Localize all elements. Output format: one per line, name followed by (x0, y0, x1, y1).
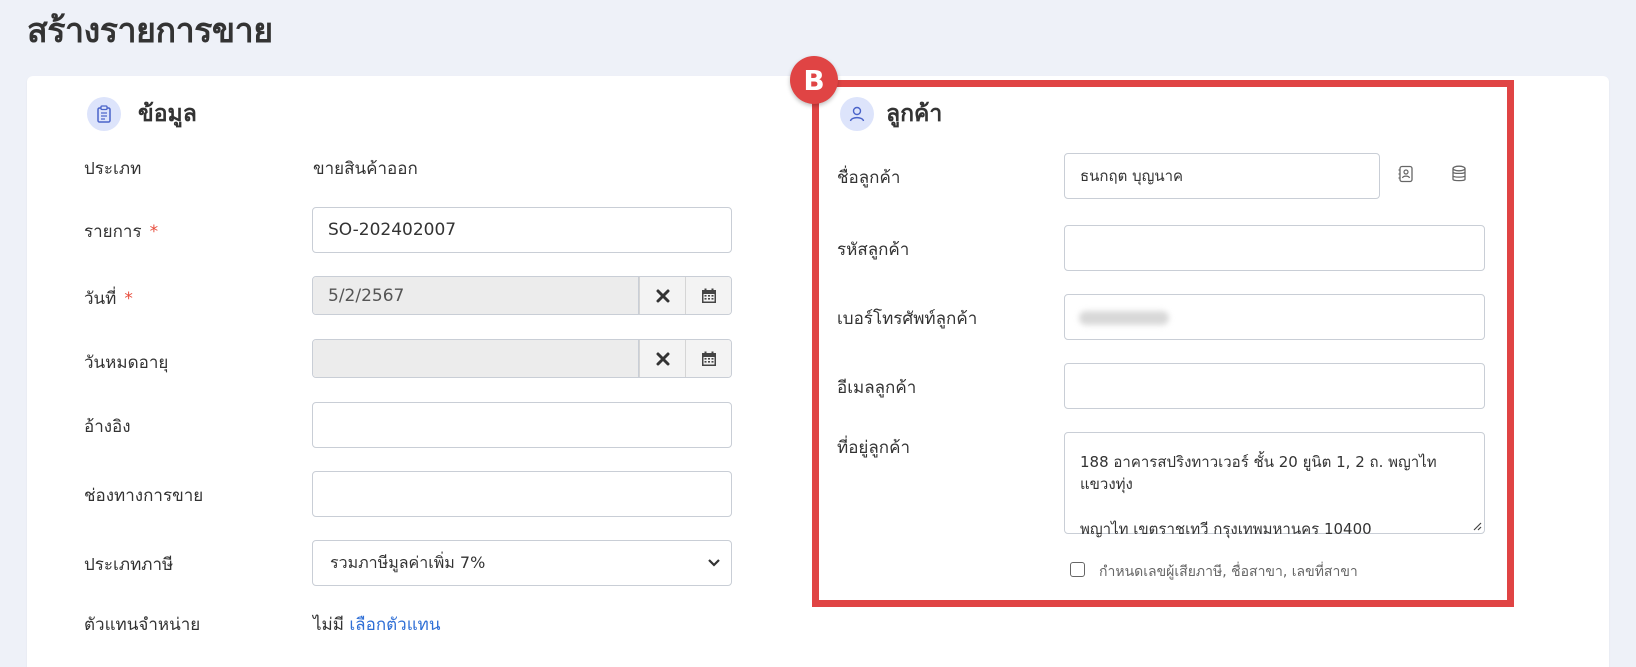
customer-address-label: ที่อยู่ลูกค้า (837, 438, 911, 458)
tax-info-checkbox[interactable] (1070, 562, 1085, 577)
tax-label: ประเภทภาษี (84, 555, 174, 575)
date-input-group: 5/2/2567 (312, 276, 732, 315)
calendar-button[interactable] (685, 277, 731, 314)
clear-date-button[interactable] (639, 277, 685, 314)
tax-info-checkbox-label[interactable]: กำหนดเลขผู้เสียภาษี, ชื่อสาขา, เลขที่สาข… (1099, 561, 1358, 583)
date-input[interactable]: 5/2/2567 (313, 277, 639, 314)
database-button[interactable] (1444, 159, 1474, 189)
select-agent-link[interactable]: เลือกตัวแทน (349, 615, 440, 635)
doc-label: รายการ * (84, 222, 159, 242)
sales-channel-input[interactable] (312, 471, 732, 517)
type-value: ขายสินค้าออก (313, 159, 418, 179)
customer-section-title: ลูกค้า (886, 101, 943, 127)
clear-expire-button[interactable] (639, 340, 685, 377)
step-badge: B (790, 56, 838, 104)
customer-section-header: ลูกค้า (840, 96, 942, 132)
customer-code-label: รหัสลูกค้า (837, 240, 910, 260)
calendar-icon (701, 288, 716, 303)
contact-book-icon (1398, 165, 1413, 183)
address-line: 188 อาคารสปริงทาวเวอร์ ชั้น 20 ยูนิต 1, … (1080, 453, 1437, 493)
customer-name-label: ชื่อลูกค้า (837, 168, 901, 188)
close-icon (656, 289, 669, 302)
type-label: ประเภท (84, 159, 142, 179)
info-section-title: ข้อมูล (138, 101, 197, 127)
expire-input-group (312, 339, 732, 378)
doc-number-input[interactable]: SO-202402007 (312, 207, 732, 253)
required-mark: * (149, 222, 159, 242)
required-mark: * (124, 289, 133, 309)
info-section-header: ข้อมูล (87, 96, 197, 132)
address-line: พญาไท เขตราชเทวี กรุงเทพมหานคร 10400 (1080, 520, 1372, 538)
page-title: สร้างรายการขาย (27, 11, 273, 51)
date-label: วันที่ * (84, 289, 133, 309)
customer-phone-input[interactable] (1064, 294, 1485, 340)
reference-input[interactable] (312, 402, 732, 448)
customer-email-label: อีเมลลูกค้า (837, 378, 917, 398)
chevron-down-icon (708, 559, 720, 567)
customer-code-input[interactable] (1064, 225, 1485, 271)
ref-label: อ้างอิง (84, 417, 131, 437)
database-icon (1452, 165, 1466, 182)
close-icon (656, 352, 669, 365)
blurred-phone-number (1079, 311, 1169, 325)
customer-name-input[interactable]: ธนกฤต บุญนาค (1064, 153, 1380, 199)
expire-label: วันหมดอายุ (84, 353, 169, 373)
tax-type-select[interactable]: รวมภาษีมูลค่าเพิ่ม 7% (312, 540, 732, 586)
resize-grip-icon[interactable] (1472, 521, 1482, 531)
channel-label: ช่องทางการขาย (84, 486, 204, 506)
expire-calendar-button[interactable] (685, 340, 731, 377)
tax-type-value: รวมภาษีมูลค่าเพิ่ม 7% (330, 552, 486, 572)
calendar-icon (701, 351, 716, 366)
customer-address-textarea[interactable]: 188 อาคารสปริงทาวเวอร์ ชั้น 20 ยูนิต 1, … (1064, 432, 1485, 538)
customer-email-input[interactable] (1064, 363, 1485, 409)
clipboard-icon (87, 97, 121, 131)
customer-phone-label: เบอร์โทรศัพท์ลูกค้า (837, 309, 978, 329)
contact-book-button[interactable] (1391, 159, 1421, 189)
expire-date-input[interactable] (313, 340, 639, 377)
agent-label: ตัวแทนจำหน่าย (84, 615, 201, 635)
user-icon (840, 97, 874, 131)
agent-value: ไม่มี เลือกตัวแทน (313, 615, 441, 635)
